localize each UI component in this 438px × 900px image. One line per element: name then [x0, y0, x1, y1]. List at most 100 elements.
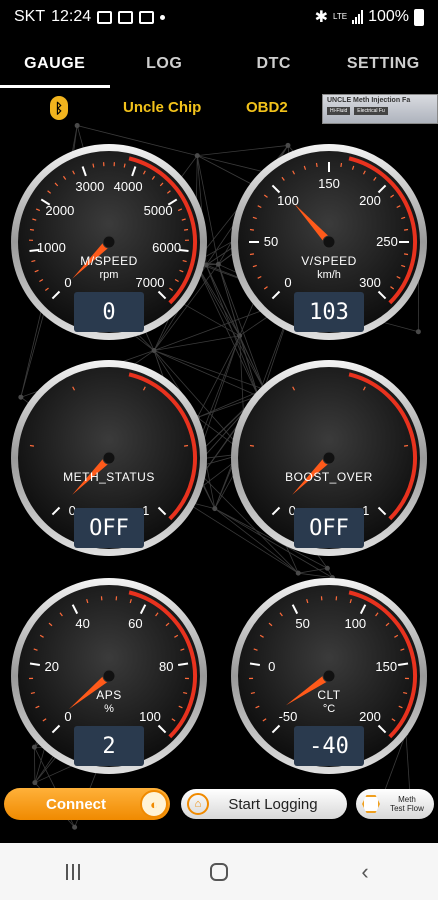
gauge-minor-tick	[123, 163, 126, 168]
signal-icon	[352, 10, 364, 24]
gauge-hub	[322, 451, 336, 465]
gauge-minor-tick	[249, 253, 255, 256]
hexagon-icon	[362, 795, 380, 813]
gauge-name: CLT	[317, 688, 341, 702]
gauge-tick-label: 0	[268, 658, 276, 674]
start-logging-button[interactable]: ⌂ Start Logging	[181, 789, 347, 819]
tab-setting[interactable]: SETTING	[329, 40, 438, 88]
gauge-hub	[322, 235, 336, 249]
gauge-minor-tick	[315, 162, 318, 168]
gauge-hub	[102, 669, 116, 683]
gauge-tick-label: 40	[75, 616, 90, 632]
gauge-tick-label: 80	[159, 658, 174, 674]
gauge-minor-tick	[92, 163, 95, 168]
home-log-icon: ⌂	[187, 793, 209, 815]
start-logging-label: Start Logging	[228, 795, 318, 813]
gauge-minor-tick	[340, 162, 343, 168]
gauge-tick-label: 3000	[75, 179, 105, 195]
connect-toggle-icon: ◐	[140, 790, 168, 818]
gauge-minor-tick	[183, 691, 188, 695]
gauge-coolant-temp: -50 0 50 100 150 200 CLT °C -40	[229, 576, 429, 776]
gauge-readout: 103	[294, 292, 364, 332]
gauge-name: METH_STATUS	[63, 470, 155, 484]
gauge-unit: km/h	[317, 269, 341, 281]
battery-icon	[414, 8, 424, 26]
status-bar: SKT 12:24 ✱ LTE 100%	[0, 0, 438, 34]
device-brand: Uncle Chip	[123, 99, 202, 116]
gauge-tick-label: 50	[295, 616, 310, 632]
gauge-unit: rpm	[99, 269, 119, 281]
gauge-readout: 0	[74, 292, 144, 332]
gauge-meth-status: 0 1 METH_STATUS OFF	[9, 358, 209, 558]
gauge-tick-label: 150	[318, 176, 340, 191]
gauge-minor-tick	[403, 444, 409, 447]
more-notifications-icon	[160, 14, 166, 20]
gauge-readout: OFF	[74, 508, 144, 548]
promo-banner[interactable]: UNCLE Meth Injection Fa Hi-Fluid Electri…	[322, 94, 438, 124]
home-button[interactable]	[189, 852, 249, 892]
meth-test-flow-label: Meth Test Flow	[380, 795, 434, 813]
gauge-readout: -40	[294, 726, 364, 766]
back-button[interactable]: ‹	[335, 852, 395, 892]
gauge-tick-label: 60	[128, 616, 143, 632]
gauge-name: M/SPEED	[80, 254, 138, 268]
gauge-vehicle-speed: 0 50 100 150 200 250 300 V/SPEED km/h 103	[229, 142, 429, 342]
gauge-minor-tick	[30, 691, 35, 695]
bluetooth-status-icon: ✱	[314, 9, 328, 26]
tab-log[interactable]: LOG	[110, 40, 220, 88]
home-icon	[210, 862, 228, 881]
recent-apps-icon	[66, 863, 80, 880]
meth-test-flow-line: Meth	[398, 795, 416, 804]
gauge-tick-label: 100	[277, 192, 299, 208]
network-type: LTE	[333, 12, 348, 21]
gauge-minor-tick	[29, 444, 35, 447]
tab-dtc[interactable]: DTC	[219, 40, 329, 88]
battery-percent: 100%	[368, 8, 409, 25]
gauge-minor-tick	[250, 691, 255, 695]
gauge-minor-tick	[403, 228, 409, 231]
gauge-unit: °C	[322, 703, 336, 715]
gauge-minor-tick	[403, 253, 409, 256]
message-icon	[118, 10, 134, 24]
tab-gauge[interactable]: GAUGE	[0, 40, 110, 88]
recent-apps-button[interactable]	[43, 852, 103, 892]
gauge-tick-label: 100	[344, 616, 367, 632]
tab-bar: GAUGE LOG DTC SETTING	[0, 40, 438, 88]
gauge-tick-label: 150	[375, 658, 398, 674]
promo-tag: Electrical Fu	[354, 107, 388, 115]
gauge-name: BOOST_OVER	[285, 470, 373, 484]
connect-button[interactable]: Connect ◐	[4, 788, 170, 820]
back-icon: ‹	[361, 858, 369, 884]
meth-test-flow-button[interactable]: Meth Test Flow	[356, 789, 434, 819]
gauge-hub	[102, 451, 116, 465]
gauge-unit: %	[104, 703, 114, 715]
gauge-name: APS	[96, 688, 122, 702]
connection-info-bar: ᛒ Uncle Chip OBD2 UNCLE Meth Injection F…	[0, 92, 438, 124]
gauge-tick-label: 4000	[113, 179, 143, 195]
gauge-minor-tick	[183, 228, 189, 231]
carrier-label: SKT	[14, 8, 46, 25]
gauge-tick-label: 250	[376, 234, 398, 249]
mail-icon	[97, 10, 113, 24]
action-bar: Connect ◐ ⌂ Start Logging Meth Test Flow	[0, 786, 438, 824]
bluetooth-icon[interactable]: ᛒ	[50, 96, 68, 120]
gauge-hub	[322, 669, 336, 683]
gauge-minor-tick	[249, 444, 255, 447]
protocol-label: OBD2	[246, 99, 288, 116]
clock: 12:24	[51, 8, 92, 25]
gauge-rpm: 0 1000 2000 3000 4000 5000 6000 7000 M/SPEED rpm 0	[9, 142, 209, 342]
youtube-icon	[139, 10, 155, 24]
gauge-minor-tick	[29, 228, 35, 231]
gauge-tick-label: 50	[263, 234, 279, 249]
gauge-minor-tick	[403, 691, 408, 695]
gauge-readout: 2	[74, 726, 144, 766]
meth-test-flow-line: Test Flow	[390, 804, 424, 813]
gauge-tick-label: 20	[44, 658, 59, 674]
gauge-tick-label: 200	[359, 192, 381, 208]
gauge-minor-tick	[249, 228, 255, 231]
system-nav-bar: ‹	[0, 843, 438, 900]
gauge-tick-label: 2000	[45, 203, 75, 219]
promo-banner-title: UNCLE Meth Injection Fa	[327, 97, 411, 104]
gauge-hub	[102, 235, 116, 249]
gauge-tick-label: 5000	[143, 203, 173, 219]
